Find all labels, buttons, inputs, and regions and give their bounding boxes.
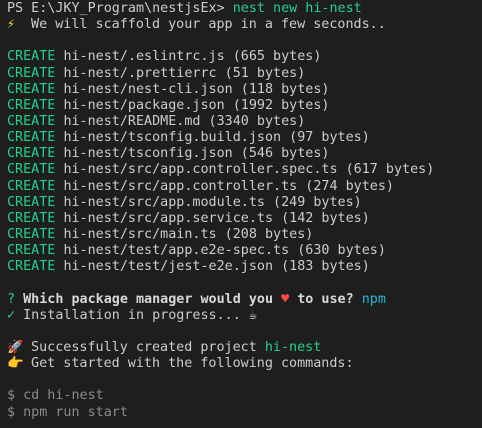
create-line: CREATE hi-nest/README.md (3340 bytes) xyxy=(7,114,482,130)
create-label: CREATE xyxy=(7,130,56,146)
create-line: CREATE hi-nest/nest-cli.json (118 bytes) xyxy=(7,82,482,98)
create-label: CREATE xyxy=(7,259,56,275)
create-label: CREATE xyxy=(7,178,56,194)
create-line: CREATE hi-nest/.eslintrc.js (665 bytes) xyxy=(7,49,482,65)
success-text: Successfully created project xyxy=(23,339,257,355)
created-file: hi-nest/nest-cli.json (118 bytes) xyxy=(63,81,330,97)
created-file: hi-nest/src/app.service.ts (142 bytes) xyxy=(63,210,370,226)
command-suggestion: $ npm run start xyxy=(7,404,128,420)
create-label: CREATE xyxy=(7,65,56,81)
question-mark: ? xyxy=(7,291,16,307)
create-line: CREATE hi-nest/tsconfig.build.json (97 b… xyxy=(7,130,482,146)
heart-icon: ♥ xyxy=(281,291,290,307)
pointing-hand-icon: 👉 xyxy=(7,356,24,372)
create-line: CREATE hi-nest/src/app.controller.ts (27… xyxy=(7,179,482,195)
success-line: 🚀 Successfully created project hi-nest xyxy=(7,340,482,356)
check-icon: ✓ xyxy=(7,307,16,323)
get-started-text: Get started with the following commands: xyxy=(23,356,354,372)
question-text: Which package manager would you xyxy=(23,291,274,307)
get-started-line: 👉 Get started with the following command… xyxy=(7,356,482,372)
install-text: Installation in progress... xyxy=(23,307,241,323)
bolt-icon: ⚡ xyxy=(7,17,16,33)
prompt-line: PS E:\JKY_Program\nestjsEx> nest new hi-… xyxy=(7,1,482,17)
created-file: hi-nest/test/app.e2e-spec.ts (630 bytes) xyxy=(63,243,386,259)
terminal-output[interactable]: PS E:\JKY_Program\nestjsEx> nest new hi-… xyxy=(0,0,482,428)
create-line: CREATE hi-nest/src/app.module.ts (249 by… xyxy=(7,195,482,211)
create-line: CREATE hi-nest/.prettierrc (51 bytes) xyxy=(7,66,482,82)
command-text: nest new hi-nest xyxy=(232,1,362,16)
create-line: CREATE hi-nest/tsconfig.json (546 bytes) xyxy=(7,146,482,162)
prompt-path: PS E:\JKY_Program\nestjsEx> xyxy=(7,1,225,16)
created-file: hi-nest/src/app.controller.spec.ts (617 … xyxy=(63,162,435,178)
created-file: hi-nest/.eslintrc.js (665 bytes) xyxy=(63,49,322,65)
create-label: CREATE xyxy=(7,243,56,259)
rocket-icon: 🚀 xyxy=(7,339,24,355)
create-label: CREATE xyxy=(7,146,56,162)
install-line: ✓ Installation in progress... ☕ xyxy=(7,308,482,324)
package-manager-answer: npm xyxy=(361,291,386,307)
created-file: hi-nest/.prettierrc (51 bytes) xyxy=(63,65,306,81)
create-label: CREATE xyxy=(7,226,56,242)
created-file: hi-nest/src/main.ts (208 bytes) xyxy=(63,226,314,242)
create-label: CREATE xyxy=(7,97,56,113)
created-file: hi-nest/src/app.module.ts (249 bytes) xyxy=(63,194,362,210)
create-line: CREATE hi-nest/package.json (1992 bytes) xyxy=(7,98,482,114)
create-line: CREATE hi-nest/src/app.controller.spec.t… xyxy=(7,162,482,178)
package-manager-question: ? Which package manager would you ♥ to u… xyxy=(7,292,482,308)
create-label: CREATE xyxy=(7,162,56,178)
create-line: CREATE hi-nest/src/main.ts (208 bytes) xyxy=(7,227,482,243)
project-name: hi-nest xyxy=(264,339,322,355)
create-line: CREATE hi-nest/src/app.service.ts (142 b… xyxy=(7,211,482,227)
create-line: CREATE hi-nest/test/jest-e2e.json (183 b… xyxy=(7,259,482,275)
create-label: CREATE xyxy=(7,194,56,210)
created-file: hi-nest/src/app.controller.ts (274 bytes… xyxy=(63,178,394,194)
create-label: CREATE xyxy=(7,210,56,226)
create-label: CREATE xyxy=(7,81,56,97)
create-label: CREATE xyxy=(7,113,56,129)
question-text-end: to use? xyxy=(297,291,354,307)
created-file: hi-nest/README.md (3340 bytes) xyxy=(63,113,306,129)
create-line: CREATE hi-nest/test/app.e2e-spec.ts (630… xyxy=(7,243,482,259)
created-file: hi-nest/tsconfig.build.json (97 bytes) xyxy=(63,130,370,146)
created-file: hi-nest/test/jest-e2e.json (183 bytes) xyxy=(63,259,370,275)
created-file: hi-nest/tsconfig.json (546 bytes) xyxy=(63,146,330,162)
create-label: CREATE xyxy=(7,49,56,65)
scaffold-line: ⚡ We will scaffold your app in a few sec… xyxy=(7,17,482,33)
coffee-icon: ☕ xyxy=(248,307,257,323)
command-suggestion: $ cd hi-nest xyxy=(7,388,104,404)
created-file: hi-nest/package.json (1992 bytes) xyxy=(63,97,330,113)
scaffold-message: We will scaffold your app in a few secon… xyxy=(23,17,386,33)
